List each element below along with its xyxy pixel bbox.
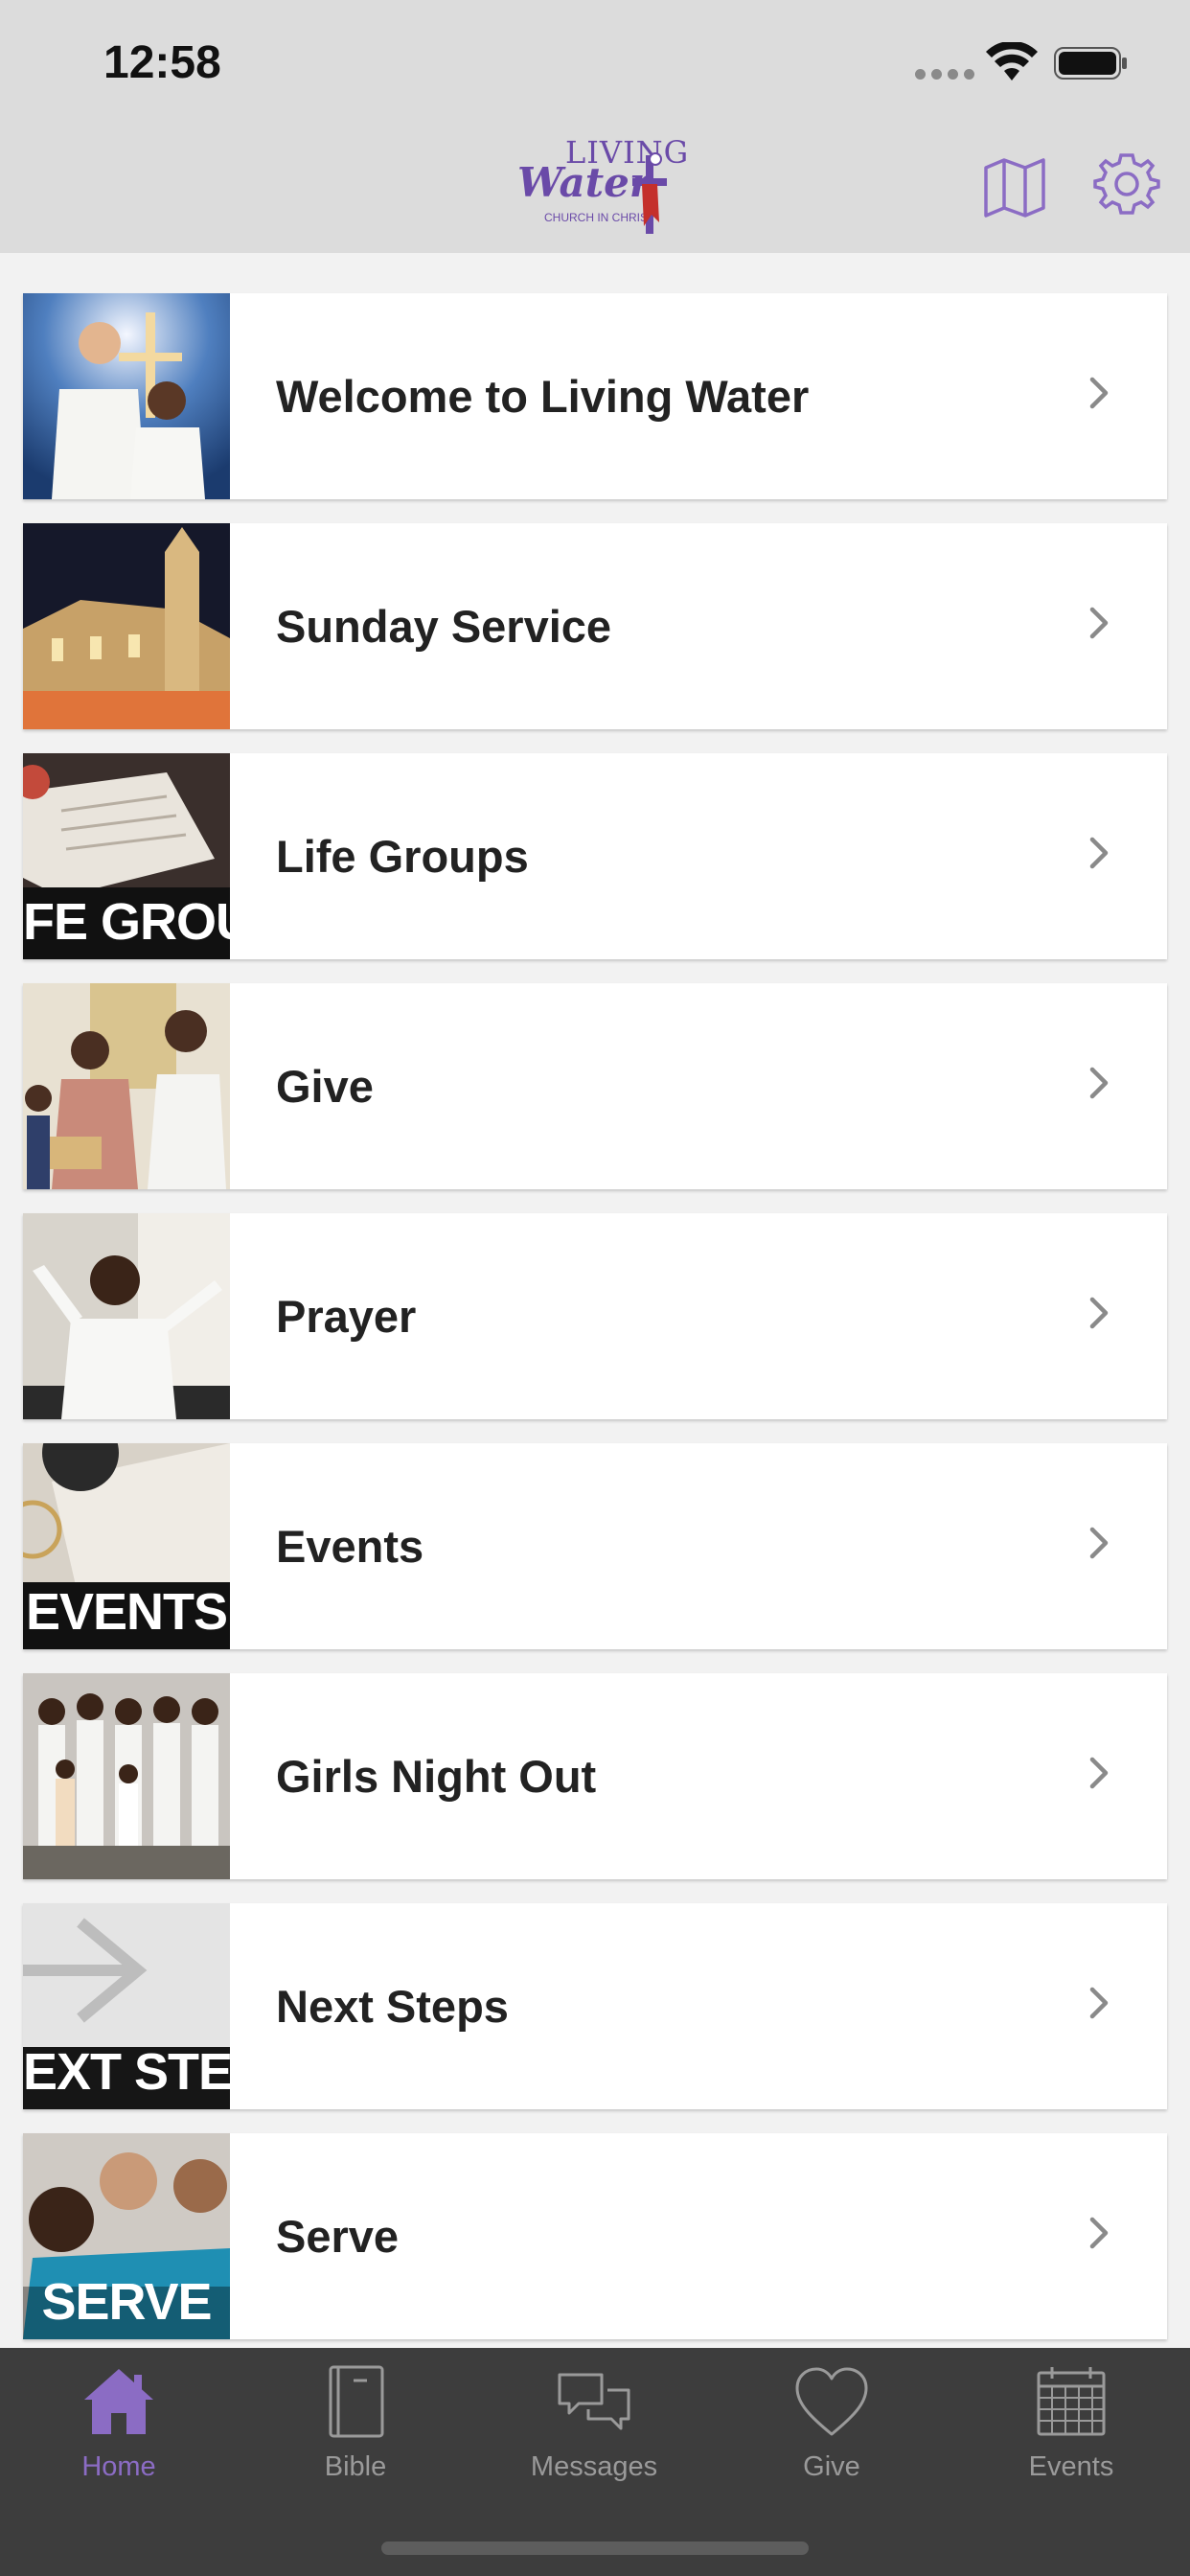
home-icon <box>84 2369 153 2434</box>
list-item-girls-night-out[interactable]: Girls Night Out <box>23 1673 1167 1879</box>
list-item-label: Sunday Service <box>276 601 612 652</box>
give-thumbnail <box>23 983 230 1189</box>
welcome-thumbnail <box>23 293 230 499</box>
list-item-serve[interactable]: SERVE Serve <box>23 2133 1167 2339</box>
serve-thumbnail: SERVE <box>23 2133 230 2339</box>
chevron-right-icon <box>1089 1987 1109 2019</box>
chevron-right-icon <box>1089 607 1109 639</box>
list-item-label: Girls Night Out <box>276 1751 597 1802</box>
home-indicator <box>381 2542 809 2555</box>
thumbnail-caption: SERVE <box>41 2273 212 2331</box>
next-steps-thumbnail: EXT STEF <box>23 1903 230 2109</box>
tab-label: Home <box>81 2451 156 2482</box>
chevron-right-icon <box>1089 2217 1109 2249</box>
list-item-sunday-service[interactable]: Sunday Service <box>23 523 1167 729</box>
map-icon[interactable] <box>981 153 1048 220</box>
chevron-right-icon <box>1089 1067 1109 1099</box>
list-item-label: Give <box>276 1061 374 1112</box>
wifi-icon <box>986 42 1038 80</box>
life-groups-thumbnail: FE GROU <box>23 753 230 959</box>
top-bar: 12:58 LIVING Water CHURCH IN CHRIST <box>0 0 1190 253</box>
gear-icon[interactable] <box>1092 150 1161 218</box>
bible-icon <box>329 2365 384 2438</box>
girls-night-out-thumbnail <box>23 1673 230 1879</box>
list-item-label: Life Groups <box>276 831 529 882</box>
list-item-label: Welcome to Living Water <box>276 371 810 422</box>
tab-label: Give <box>803 2451 860 2482</box>
list-item-next-steps[interactable]: EXT STEF Next Steps <box>23 1903 1167 2109</box>
sunday-service-thumbnail <box>23 523 230 729</box>
status-time: 12:58 <box>103 37 221 88</box>
menu-list: Welcome to Living Water Sunday Service F… <box>23 293 1167 2363</box>
heart-icon <box>795 2367 868 2436</box>
messages-icon <box>558 2373 630 2430</box>
chevron-right-icon <box>1089 1757 1109 1789</box>
list-item-label: Next Steps <box>276 1981 509 2032</box>
calendar-icon <box>1037 2367 1106 2436</box>
cross-icon <box>632 152 667 234</box>
tab-label: Messages <box>530 2451 658 2482</box>
thumbnail-caption: EVENTS <box>25 1583 228 1641</box>
tab-give[interactable]: Give <box>736 2361 927 2515</box>
tab-bible[interactable]: Bible <box>260 2361 451 2515</box>
battery-icon <box>1054 47 1127 80</box>
list-item-label: Serve <box>276 2211 400 2262</box>
church-logo: LIVING Water CHURCH IN CHRIST <box>517 134 688 240</box>
list-item-give[interactable]: Give <box>23 983 1167 1189</box>
chevron-right-icon <box>1089 1527 1109 1559</box>
thumbnail-caption: EXT STEF <box>23 2043 230 2101</box>
tab-label: Events <box>1028 2451 1114 2482</box>
chevron-right-icon <box>1089 1297 1109 1329</box>
list-item-label: Events <box>276 1521 424 1572</box>
chevron-right-icon <box>1089 377 1109 409</box>
tab-home[interactable]: Home <box>23 2361 215 2515</box>
cellular-signal-icon <box>915 69 974 80</box>
events-thumbnail: EVENTS <box>23 1443 230 1649</box>
tab-messages[interactable]: Messages <box>498 2361 690 2515</box>
prayer-thumbnail <box>23 1213 230 1419</box>
list-item-label: Prayer <box>276 1291 417 1342</box>
list-item-life-groups[interactable]: FE GROU Life Groups <box>23 753 1167 959</box>
list-item-events[interactable]: EVENTS Events <box>23 1443 1167 1649</box>
tab-label: Bible <box>324 2451 387 2482</box>
list-item-prayer[interactable]: Prayer <box>23 1213 1167 1419</box>
tab-events[interactable]: Events <box>975 2361 1167 2515</box>
thumbnail-caption: FE GROU <box>23 893 230 951</box>
chevron-right-icon <box>1089 837 1109 869</box>
list-item-welcome[interactable]: Welcome to Living Water <box>23 293 1167 499</box>
